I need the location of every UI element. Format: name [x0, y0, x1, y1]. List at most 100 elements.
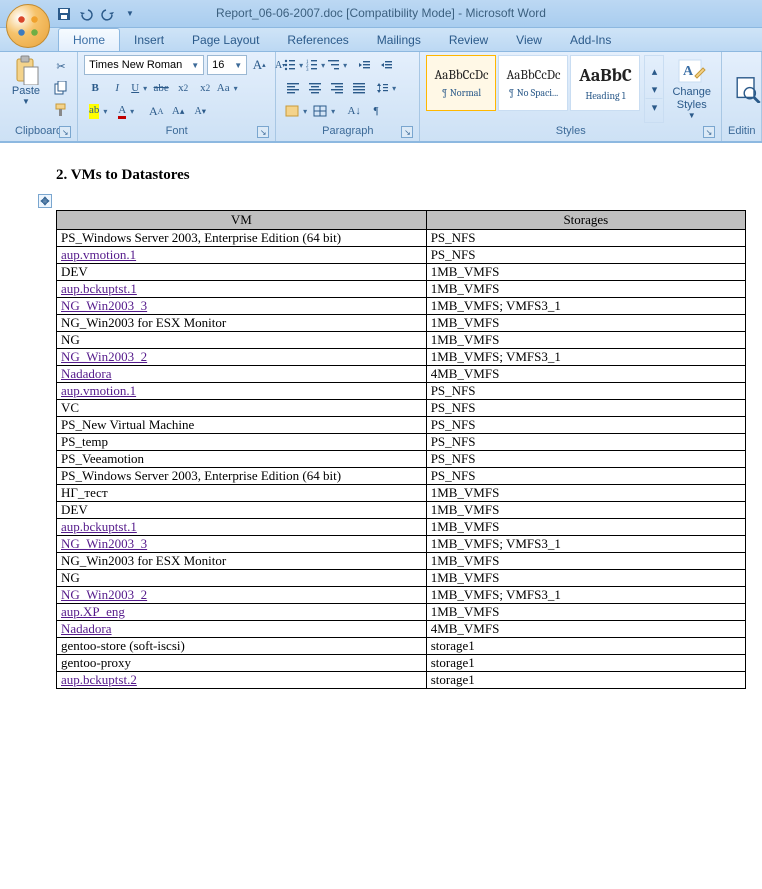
table-row[interactable]: PS_New Virtual MachinePS_NFS: [57, 417, 746, 434]
show-marks-button[interactable]: ¶: [365, 101, 387, 121]
table-row[interactable]: gentoo-proxystorage1: [57, 655, 746, 672]
clear-format-button[interactable]: AA: [145, 101, 167, 121]
table-row[interactable]: NG1MB_VMFS: [57, 332, 746, 349]
cell-vm[interactable]: NG_Win2003 for ESX Monitor: [57, 315, 427, 332]
style-scroll-down-icon[interactable]: ▾: [645, 80, 663, 98]
table-row[interactable]: НГ_тест1MB_VMFS: [57, 485, 746, 502]
decrease-indent-button[interactable]: [353, 55, 375, 75]
cell-storage[interactable]: 1MB_VMFS: [426, 485, 745, 502]
shrink-font2-button[interactable]: A▾: [189, 101, 211, 121]
cell-storage[interactable]: 1MB_VMFS: [426, 570, 745, 587]
find-button[interactable]: [728, 55, 762, 123]
table-row[interactable]: DEV1MB_VMFS: [57, 264, 746, 281]
cell-vm[interactable]: NG_Win2003_2: [57, 349, 427, 366]
qat-dropdown-icon[interactable]: ▼: [122, 6, 138, 22]
cell-vm[interactable]: aup.vmotion.1: [57, 247, 427, 264]
table-row[interactable]: PS_tempPS_NFS: [57, 434, 746, 451]
cell-vm[interactable]: NG: [57, 570, 427, 587]
font-size-combo[interactable]: 16▼: [207, 55, 247, 75]
cell-storage[interactable]: 1MB_VMFS: [426, 264, 745, 281]
table-row[interactable]: VCPS_NFS: [57, 400, 746, 417]
change-case-button[interactable]: Aa▾: [216, 78, 238, 98]
tab-mailings[interactable]: Mailings: [363, 29, 435, 51]
cut-icon[interactable]: ✂: [52, 57, 70, 75]
align-right-button[interactable]: [326, 78, 348, 98]
cell-storage[interactable]: 1MB_VMFS: [426, 281, 745, 298]
cell-vm[interactable]: NG_Win2003 for ESX Monitor: [57, 553, 427, 570]
cell-vm[interactable]: DEV: [57, 264, 427, 281]
cell-vm[interactable]: NG: [57, 332, 427, 349]
table-row[interactable]: NG1MB_VMFS: [57, 570, 746, 587]
increase-indent-button[interactable]: [375, 55, 397, 75]
copy-icon[interactable]: [52, 79, 70, 97]
style-item[interactable]: AaBbCHeading 1: [570, 55, 640, 111]
vm-datastore-table[interactable]: VMStorages PS_Windows Server 2003, Enter…: [56, 210, 746, 689]
line-spacing-button[interactable]: ▾: [375, 78, 397, 98]
style-gallery[interactable]: AaBbCcDc¶ NormalAaBbCcDc¶ No Spaci...AaB…: [426, 55, 640, 123]
subscript-button[interactable]: x2: [172, 78, 194, 98]
tab-references[interactable]: References: [273, 29, 362, 51]
style-item[interactable]: AaBbCcDc¶ Normal: [426, 55, 496, 111]
table-row[interactable]: aup.vmotion.1PS_NFS: [57, 383, 746, 400]
cell-storage[interactable]: 4MB_VMFS: [426, 366, 745, 383]
tab-home[interactable]: Home: [58, 28, 120, 51]
cell-vm[interactable]: gentoo-store (soft-iscsi): [57, 638, 427, 655]
cell-storage[interactable]: 4MB_VMFS: [426, 621, 745, 638]
cell-storage[interactable]: 1MB_VMFS: [426, 553, 745, 570]
cell-storage[interactable]: storage1: [426, 638, 745, 655]
cell-vm[interactable]: aup.vmotion.1: [57, 383, 427, 400]
style-more-icon[interactable]: ▾: [645, 98, 663, 116]
font-dialog-launcher[interactable]: ↘: [257, 126, 269, 138]
cell-vm[interactable]: Nadadora: [57, 621, 427, 638]
cell-storage[interactable]: 1MB_VMFS: [426, 315, 745, 332]
shading-button[interactable]: ▾: [282, 101, 310, 121]
office-button[interactable]: [6, 4, 50, 48]
paste-button[interactable]: Paste ▼: [6, 55, 46, 106]
table-row[interactable]: NG_Win2003_21MB_VMFS; VMFS3_1: [57, 587, 746, 604]
cell-storage[interactable]: PS_NFS: [426, 451, 745, 468]
table-row[interactable]: PS_Windows Server 2003, Enterprise Editi…: [57, 468, 746, 485]
cell-vm[interactable]: PS_Windows Server 2003, Enterprise Editi…: [57, 468, 427, 485]
table-row[interactable]: aup.vmotion.1PS_NFS: [57, 247, 746, 264]
tab-page-layout[interactable]: Page Layout: [178, 29, 273, 51]
table-row[interactable]: Nadadora4MB_VMFS: [57, 366, 746, 383]
cell-storage[interactable]: PS_NFS: [426, 383, 745, 400]
bold-button[interactable]: B: [84, 78, 106, 98]
table-row[interactable]: PS_Windows Server 2003, Enterprise Editi…: [57, 230, 746, 247]
table-row[interactable]: NG_Win2003_21MB_VMFS; VMFS3_1: [57, 349, 746, 366]
cell-vm[interactable]: aup.bckuptst.1: [57, 281, 427, 298]
align-left-button[interactable]: [282, 78, 304, 98]
cell-storage[interactable]: PS_NFS: [426, 247, 745, 264]
table-row[interactable]: aup.XP_eng1MB_VMFS: [57, 604, 746, 621]
cell-vm[interactable]: NG_Win2003_3: [57, 298, 427, 315]
cell-vm[interactable]: PS_Veeamotion: [57, 451, 427, 468]
cell-vm[interactable]: aup.bckuptst.1: [57, 519, 427, 536]
table-row[interactable]: NG_Win2003 for ESX Monitor1MB_VMFS: [57, 553, 746, 570]
numbering-button[interactable]: 123▾: [304, 55, 326, 75]
grow-font-icon[interactable]: A▴: [250, 55, 268, 75]
cell-storage[interactable]: PS_NFS: [426, 400, 745, 417]
table-row[interactable]: aup.bckuptst.11MB_VMFS: [57, 281, 746, 298]
cell-storage[interactable]: 1MB_VMFS; VMFS3_1: [426, 298, 745, 315]
style-item[interactable]: AaBbCcDc¶ No Spaci...: [498, 55, 568, 111]
strikethrough-button[interactable]: abe: [150, 78, 172, 98]
cell-storage[interactable]: 1MB_VMFS; VMFS3_1: [426, 349, 745, 366]
cell-storage[interactable]: 1MB_VMFS: [426, 332, 745, 349]
table-row[interactable]: PS_VeeamotionPS_NFS: [57, 451, 746, 468]
table-row[interactable]: NG_Win2003_31MB_VMFS; VMFS3_1: [57, 536, 746, 553]
cell-storage[interactable]: 1MB_VMFS: [426, 519, 745, 536]
cell-storage[interactable]: PS_NFS: [426, 434, 745, 451]
paragraph-dialog-launcher[interactable]: ↘: [401, 126, 413, 138]
cell-storage[interactable]: PS_NFS: [426, 417, 745, 434]
table-row[interactable]: gentoo-store (soft-iscsi)storage1: [57, 638, 746, 655]
justify-button[interactable]: [348, 78, 370, 98]
cell-vm[interactable]: PS_New Virtual Machine: [57, 417, 427, 434]
table-row[interactable]: NG_Win2003_31MB_VMFS; VMFS3_1: [57, 298, 746, 315]
cell-vm[interactable]: VC: [57, 400, 427, 417]
cell-storage[interactable]: 1MB_VMFS: [426, 604, 745, 621]
cell-vm[interactable]: NG_Win2003_2: [57, 587, 427, 604]
cell-storage[interactable]: PS_NFS: [426, 468, 745, 485]
cell-vm[interactable]: DEV: [57, 502, 427, 519]
italic-button[interactable]: I: [106, 78, 128, 98]
change-styles-button[interactable]: A Change Styles ▼: [668, 55, 715, 123]
